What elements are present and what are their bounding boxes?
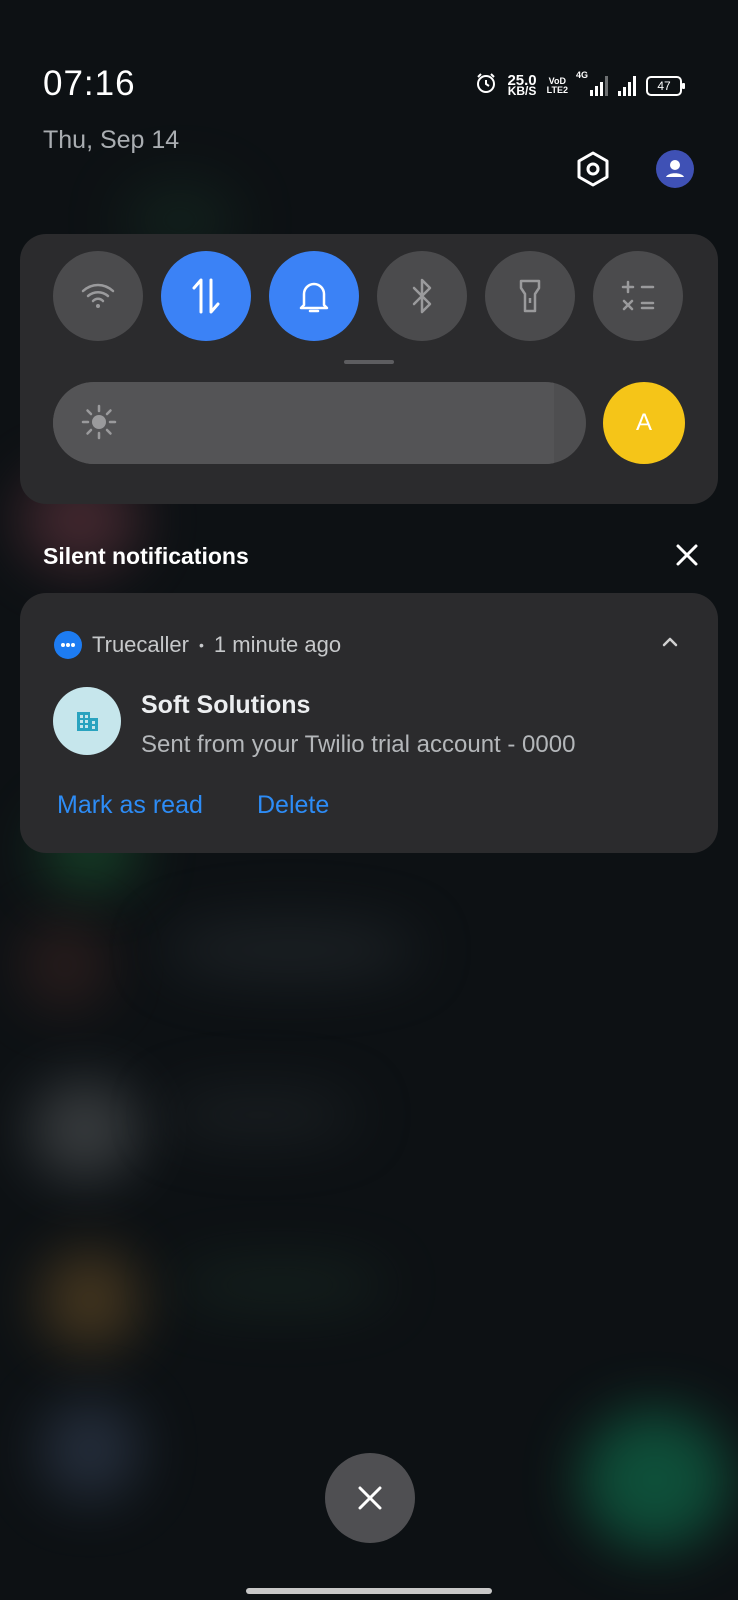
status-icons: 25.0 KB/S VoD LTE2 4G 47 [475, 70, 685, 99]
auto-brightness-button[interactable]: A [603, 382, 685, 464]
silent-notifications-title: Silent notifications [43, 543, 249, 569]
app-name: Truecaller [92, 632, 189, 657]
settings-icon [577, 151, 609, 187]
bell-icon [299, 282, 329, 313]
clear-silent-notifications-button[interactable] [672, 540, 702, 570]
collapse-button[interactable] [660, 635, 680, 654]
truecaller-message-icon [54, 631, 82, 659]
brightness-sun-icon [81, 404, 117, 440]
delete-button[interactable]: Delete [257, 791, 329, 820]
battery-icon: 47 [646, 75, 685, 96]
network-type: 4G [576, 69, 589, 80]
wifi-tile[interactable] [53, 251, 143, 341]
mobile-data-icon [192, 278, 220, 314]
sender-avatar [53, 687, 121, 755]
close-icon [676, 544, 698, 566]
sim1-signal-icon: 4G [576, 70, 608, 96]
flashlight-icon [519, 279, 541, 313]
calculator-icon [621, 280, 655, 311]
notification-header: Truecaller • 1 minute ago [54, 631, 341, 659]
volte-bottom: LTE2 [546, 84, 568, 95]
flashlight-tile[interactable] [485, 251, 575, 341]
sound-tile[interactable] [269, 251, 359, 341]
volte-indicator: VoD LTE2 [546, 76, 568, 95]
brightness-slider[interactable] [53, 382, 586, 464]
close-icon [358, 1486, 382, 1510]
mobile-data-tile[interactable] [161, 251, 251, 341]
settings-button[interactable] [574, 150, 612, 188]
date: Thu, Sep 14 [43, 126, 180, 154]
mark-as-read-button[interactable]: Mark as read [57, 791, 203, 820]
sender-name: Soft Solutions [141, 691, 311, 719]
quick-settings-tiles [53, 251, 683, 341]
brightness-fill [53, 382, 555, 464]
chevron-up-icon [662, 637, 678, 647]
bluetooth-icon [412, 278, 432, 314]
clear-all-button[interactable] [325, 1453, 415, 1543]
building-icon [77, 712, 98, 731]
alarm-icon [475, 72, 497, 99]
network-speed: 25.0 KB/S [507, 73, 537, 98]
user-profile-button[interactable] [656, 150, 694, 188]
home-indicator[interactable] [246, 1588, 492, 1594]
header-separator: • [199, 637, 204, 653]
wifi-icon [81, 283, 115, 308]
sim2-signal-icon [618, 75, 636, 96]
calculator-tile[interactable] [593, 251, 683, 341]
panel-drag-handle[interactable] [344, 360, 394, 364]
notification-time: 1 minute ago [213, 632, 342, 657]
bluetooth-tile[interactable] [377, 251, 467, 341]
user-icon [656, 150, 694, 188]
quick-settings-panel: A [20, 234, 718, 504]
notification-card[interactable]: Truecaller • 1 minute ago Soft Solutions… [20, 593, 718, 853]
message-preview: Sent from your Twilio trial account - 00… [141, 731, 576, 758]
clock: 07:16 [43, 64, 136, 103]
network-speed-unit: KB/S [507, 83, 537, 98]
